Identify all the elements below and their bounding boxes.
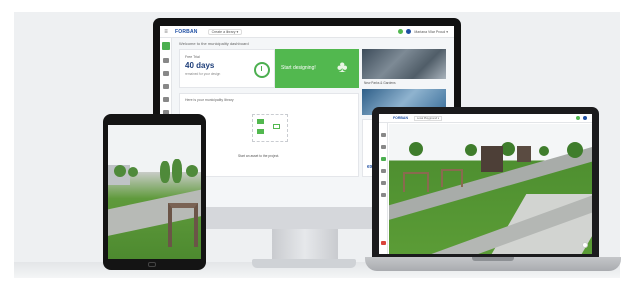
tree-icon: ♣ — [337, 59, 348, 76]
laptop-sidebar — [379, 123, 388, 254]
diagram-node — [257, 129, 264, 134]
sidebar-item-home[interactable] — [381, 133, 386, 137]
notification-icon[interactable] — [398, 29, 404, 34]
tablet-screen-3d-scene[interactable] — [108, 125, 201, 259]
desktop-topbar: ≡ FORBAN Create a library ▾ Mariana Vila… — [160, 26, 454, 38]
clock-icon — [254, 62, 270, 78]
user-menu[interactable]: Mariana Vilar Proud ▾ — [414, 30, 448, 34]
topbar-right — [576, 116, 587, 120]
library-card: Here is your municipality library Start … — [179, 93, 359, 177]
swing — [403, 172, 429, 192]
sidebar-item-projects[interactable] — [381, 145, 386, 149]
sidebar-item-settings[interactable] — [381, 193, 386, 197]
sidebar-item-projects[interactable] — [163, 58, 169, 63]
sidebar-item-users[interactable] — [381, 181, 386, 185]
library-label: Here is your municipality library — [185, 98, 234, 102]
pergola — [168, 203, 198, 247]
trial-label: Free Trial — [185, 55, 200, 59]
imac-stand-neck — [272, 228, 338, 262]
news-caption[interactable]: New Parks & Gardens — [364, 81, 396, 85]
home-button[interactable] — [148, 262, 156, 267]
trial-days: 40 days — [185, 61, 215, 70]
tree — [567, 142, 583, 158]
library-diagram — [252, 114, 288, 142]
sidebar-item-home[interactable] — [162, 42, 170, 50]
sidebar-item-users[interactable] — [163, 84, 169, 89]
tablet — [103, 114, 206, 270]
trial-card: Free Trial 40 days remained for your des… — [179, 49, 275, 88]
swing — [441, 169, 463, 187]
laptop-topbar: FORBAN Local Playground ▾ — [379, 114, 592, 123]
notification-icon[interactable] — [576, 116, 580, 120]
diagram-node — [257, 119, 264, 124]
imac-stand-foot — [252, 259, 356, 268]
tree — [539, 146, 549, 156]
tree — [172, 159, 182, 183]
tree — [409, 142, 423, 156]
start-designing-label: Start designing! — [281, 65, 316, 71]
laptop: FORBAN Local Playground ▾ — [372, 107, 599, 257]
tree — [128, 167, 138, 177]
sidebar-item-library[interactable] — [163, 71, 169, 76]
brand-logo[interactable]: FORBAN — [393, 116, 408, 120]
tree — [501, 142, 515, 156]
workspace-select[interactable]: Create a library ▾ — [207, 28, 243, 35]
topbar-right: Mariana Vilar Proud ▾ — [398, 29, 448, 34]
shelter — [481, 146, 503, 172]
tree — [160, 161, 170, 183]
shelter — [517, 146, 531, 162]
sidebar-item-designer[interactable] — [381, 157, 386, 161]
hamburger-menu-icon[interactable]: ≡ — [160, 29, 172, 35]
brand-logo[interactable]: FORBAN — [175, 29, 198, 35]
tree — [465, 144, 477, 156]
3d-park-scene[interactable] — [389, 124, 592, 254]
sidebar-item-logout[interactable] — [381, 241, 386, 245]
page-title: Welcome to the municipality dashboard — [179, 41, 249, 46]
start-designing-button[interactable]: Start designing! ♣ — [275, 49, 359, 88]
news-photo[interactable] — [362, 49, 446, 79]
laptop-screen: FORBAN Local Playground ▾ — [379, 114, 592, 254]
camera-control-icon[interactable] — [582, 242, 588, 248]
avatar[interactable] — [406, 29, 412, 34]
tree — [114, 165, 126, 177]
sidebar-item-settings[interactable] — [163, 97, 169, 102]
tree — [186, 165, 198, 177]
library-add-link[interactable]: Start an asset to the project. — [238, 154, 279, 158]
laptop-notch — [472, 257, 514, 261]
trial-note: remained for your design — [185, 72, 221, 76]
sidebar-item-library[interactable] — [381, 169, 386, 173]
avatar[interactable] — [583, 116, 587, 120]
diagram-node — [273, 124, 280, 129]
workspace-select[interactable]: Local Playground ▾ — [413, 115, 443, 121]
